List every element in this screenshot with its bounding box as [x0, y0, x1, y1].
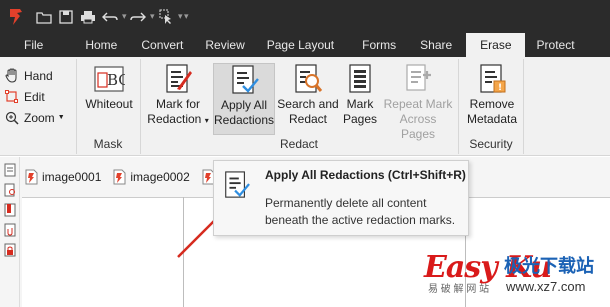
whiteout-button[interactable]: BC Whiteout	[82, 63, 136, 135]
zoom-tool[interactable]: Zoom ▼	[4, 107, 65, 128]
left-panel-strip	[0, 157, 20, 307]
search-and-redact-button[interactable]: Search and Redact	[277, 63, 339, 135]
pages-panel-icon[interactable]	[3, 162, 17, 177]
hand-tool[interactable]: Hand	[4, 65, 65, 86]
watermark-logo: Easy Ku 极光下载站 易 破 解 网 站 www.xz7.com	[424, 244, 606, 304]
mark-pages-label-1: Mark	[346, 97, 374, 111]
ribbon-tabs: File Home Convert Review Page Layout For…	[0, 33, 610, 57]
hand-label: Hand	[24, 68, 53, 83]
pdf-file-icon	[113, 169, 126, 185]
apply-all-redactions-button[interactable]: Apply All Redactions	[213, 63, 275, 135]
remove-metadata-icon: !	[476, 63, 508, 95]
quick-access-toolbar: ▾ ▾ ▾ ▾	[34, 7, 190, 27]
document-tab[interactable]: image0002	[113, 169, 190, 185]
search-panel-icon[interactable]	[3, 182, 17, 197]
svg-text:!: !	[498, 83, 502, 93]
security-panel-icon[interactable]	[3, 242, 17, 257]
repeat-mark-across-pages-button[interactable]: Repeat Mark Across Pages	[381, 63, 455, 141]
redo-icon[interactable]	[128, 7, 148, 27]
watermark-site-name: 极光下载站	[504, 256, 594, 276]
tab-page-layout[interactable]: Page Layout	[259, 33, 348, 57]
save-icon[interactable]	[56, 7, 76, 27]
watermark-subtitle: 易 破 解 网 站	[428, 284, 490, 295]
tab-erase[interactable]: Erase	[466, 33, 525, 57]
app-logo-icon	[4, 5, 28, 29]
customize-toolbar-icon[interactable]: ▾	[184, 11, 190, 22]
mark-pages-label-2: Pages	[342, 112, 378, 126]
select-cursor-icon[interactable]	[156, 7, 176, 27]
tab-review[interactable]: Review	[197, 33, 258, 57]
remove-metadata-button[interactable]: ! Remove Metadata	[463, 63, 521, 135]
mark-pages-button[interactable]: Mark Pages	[341, 63, 379, 135]
document-tab[interactable]: image0001	[25, 169, 101, 185]
mask-group-label: Mask	[93, 137, 123, 151]
tooltip-title: Apply All Redactions (Ctrl+Shift+R)	[265, 168, 466, 182]
svg-text:BC: BC	[107, 71, 125, 89]
repeat-mark-icon	[402, 63, 434, 95]
apply-redactions-icon	[222, 169, 250, 201]
zoom-icon	[4, 110, 20, 126]
edit-cursor-icon	[4, 89, 20, 105]
security-group-label: Security	[469, 137, 513, 151]
zoom-dropdown-icon[interactable]: ▼	[58, 114, 65, 121]
view-tools: Hand Edit Zoom ▼	[4, 65, 65, 128]
mask-group: BC Whiteout Mask	[76, 59, 139, 154]
bookmarks-panel-icon[interactable]	[3, 202, 17, 217]
remove-metadata-label-1: Remove	[469, 97, 515, 111]
mark-redaction-icon	[162, 63, 194, 95]
attachments-panel-icon[interactable]	[3, 222, 17, 237]
remove-metadata-label-2: Metadata	[466, 112, 518, 126]
search-redact-label-1: Search and	[277, 97, 339, 111]
whiteout-icon: BC	[93, 63, 125, 95]
document-tab-label: image0001	[42, 170, 102, 184]
hand-icon	[4, 68, 20, 84]
apply-redactions-label-1: Apply All	[220, 98, 268, 112]
redact-group-label: Redact	[279, 137, 319, 151]
zoom-label: Zoom	[24, 110, 55, 125]
tab-convert[interactable]: Convert	[131, 33, 197, 57]
document-tabs: image0001 image0002	[25, 169, 231, 185]
apply-redactions-icon	[228, 64, 260, 96]
edit-label: Edit	[24, 89, 45, 104]
tab-file[interactable]: File	[0, 33, 57, 57]
tab-protect[interactable]: Protect	[525, 33, 585, 57]
mark-pages-icon	[344, 63, 376, 95]
whiteout-label: Whiteout	[85, 97, 133, 111]
tooltip-description: Permanently delete all content beneath t…	[265, 196, 456, 227]
undo-icon[interactable]	[100, 7, 120, 27]
pdf-file-icon	[25, 169, 38, 185]
watermark-url: www.xz7.com	[506, 279, 586, 294]
mark-redaction-label-1: Mark for	[155, 97, 200, 111]
tab-share[interactable]: Share	[410, 33, 466, 57]
tab-home[interactable]: Home	[57, 33, 131, 57]
mark-redaction-dropdown-icon: ▾	[204, 116, 209, 125]
mark-for-redaction-button[interactable]: Mark for Redaction ▾	[145, 63, 211, 135]
apply-redactions-label-2: Redactions	[213, 113, 275, 127]
edit-tool[interactable]: Edit	[4, 86, 65, 107]
title-bar: ▾ ▾ ▾ ▾	[0, 0, 610, 33]
repeat-mark-label-1: Repeat Mark	[383, 97, 453, 111]
search-redact-icon	[292, 63, 324, 95]
search-redact-label-2: Redact	[288, 112, 328, 126]
open-folder-icon[interactable]	[34, 7, 54, 27]
document-tab-label: image0002	[130, 170, 190, 184]
tab-forms[interactable]: Forms	[348, 33, 410, 57]
print-icon[interactable]	[78, 7, 98, 27]
security-group: ! Remove Metadata Security	[458, 59, 524, 154]
ribbon-panel: Hand Edit Zoom ▼ BC Whiteout Mask Mark f…	[0, 57, 610, 156]
redact-group: Mark for Redaction ▾ Apply All Redaction…	[140, 59, 457, 154]
mark-redaction-label-2: Redaction ▾	[147, 112, 209, 126]
apply-redactions-tooltip: Apply All Redactions (Ctrl+Shift+R) Perm…	[213, 160, 469, 236]
